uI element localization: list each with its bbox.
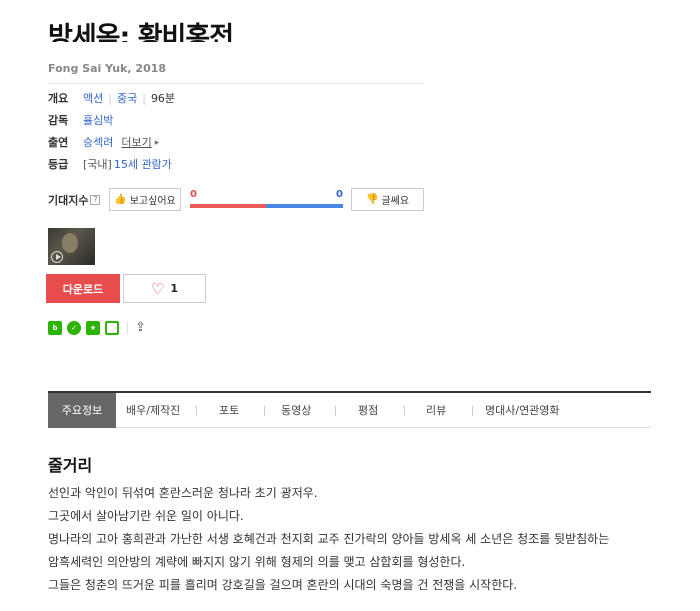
tab-video[interactable]: 동영상: [281, 393, 311, 428]
like-count: 1: [170, 282, 179, 295]
chevron-right-icon: ▸: [154, 138, 160, 148]
heart-icon: ♡: [150, 279, 165, 298]
tab-bar: 주요정보 배우/제작진 포토 동영상 평점 리뷰 명대사/연관영화: [48, 391, 651, 428]
tab-photo[interactable]: 포토: [219, 393, 239, 428]
synopsis-heading: 줄거리: [48, 456, 93, 475]
cast-row: 출연 승섹려 더보기 ▸: [48, 135, 159, 151]
director-link[interactable]: 휼심박: [83, 113, 113, 129]
tab-separator: [404, 406, 405, 416]
country-link[interactable]: 중국: [117, 91, 137, 107]
director-key: 감독: [48, 114, 69, 127]
separator: |: [142, 92, 146, 105]
download-button[interactable]: 다운로드: [46, 274, 120, 303]
tab-review[interactable]: 리뷰: [426, 393, 446, 428]
tab-main-info[interactable]: 주요정보: [48, 393, 116, 428]
expectation-label: 기대지수 ?: [48, 192, 101, 208]
synopsis-line: 선인과 악인이 뒤섞여 혼란스러운 청나라 초기 광저우.: [48, 486, 318, 500]
help-icon[interactable]: ?: [90, 195, 101, 205]
thumbs-down-icon: 👎: [365, 194, 379, 205]
expectation-label-text: 기대지수: [48, 194, 89, 207]
blog-icon[interactable]: b: [48, 321, 62, 335]
tab-quotes-related[interactable]: 명대사/연관영화: [485, 393, 560, 428]
divider: [48, 83, 424, 84]
bookmark-star-icon[interactable]: ★: [86, 321, 100, 335]
nope-count: 0: [336, 189, 343, 200]
line-icon[interactable]: ✓: [67, 321, 81, 335]
tab-rating[interactable]: 평점: [358, 393, 378, 428]
tab-separator: [264, 406, 265, 416]
tab-cast-crew[interactable]: 배우/제작진: [126, 393, 180, 428]
overview-key: 개요: [48, 92, 69, 105]
director-row: 감독 휼심박: [48, 113, 113, 129]
not-sure-button[interactable]: 👎 글쎄요: [351, 188, 424, 211]
thumbs-up-icon: 👍: [114, 194, 127, 205]
rating-key: 등급: [48, 158, 69, 171]
separator: |: [108, 92, 112, 105]
tab-separator: [335, 406, 336, 416]
play-icon: [51, 251, 63, 263]
synopsis-line: 그들은 청춘의 뜨거운 피를 흘리며 강호길을 걸으며 혼란의 시대의 숙명을 …: [48, 578, 518, 592]
rating-row: 등급 [국내] 15세 관람가: [48, 157, 172, 173]
cast-link[interactable]: 승섹려: [83, 135, 113, 151]
not-sure-label: 글쎄요: [381, 196, 410, 207]
divider: [127, 322, 128, 334]
overview-row: 개요 액션 | 중국 | 96분: [48, 91, 175, 107]
poster-face: [62, 233, 78, 253]
like-button[interactable]: ♡ 1: [123, 274, 206, 303]
synopsis-line: 암흑세력인 의안방의 계략에 빠지지 않기 위해 형제의 의를 맺고 삼합회를 …: [48, 555, 466, 569]
want-to-see-button[interactable]: 👍 보고싶어요: [109, 188, 181, 211]
cast-key: 출연: [48, 136, 69, 149]
share-icon[interactable]: ⇪: [135, 320, 146, 335]
want-bar: [190, 204, 266, 208]
movie-title: 방세옥: 황비홍전: [48, 22, 234, 42]
poster-thumbnail[interactable]: [48, 228, 95, 265]
synopsis-line: 명나라의 고아 홍희관과 가난한 서생 호혜건과 천지회 교주 진가락의 양아들…: [48, 532, 610, 546]
share-square-icon[interactable]: [105, 321, 119, 335]
rating-domestic: [국내]: [83, 158, 112, 171]
tab-separator: [472, 406, 473, 416]
want-count: 0: [190, 189, 197, 200]
movie-subtitle: Fong Sai Yuk, 2018: [48, 62, 167, 75]
more-cast-link[interactable]: 더보기: [121, 135, 151, 151]
runtime: 96분: [150, 92, 176, 105]
synopsis-line: 그곳에서 살아남기란 쉬운 일이 아니다.: [48, 509, 244, 523]
tab-separator: [196, 406, 197, 416]
nope-bar: [266, 204, 343, 208]
want-to-see-label: 보고싶어요: [129, 196, 176, 207]
genre-link[interactable]: 액션: [83, 91, 103, 107]
rating-link[interactable]: 15세 관람가: [114, 157, 172, 173]
